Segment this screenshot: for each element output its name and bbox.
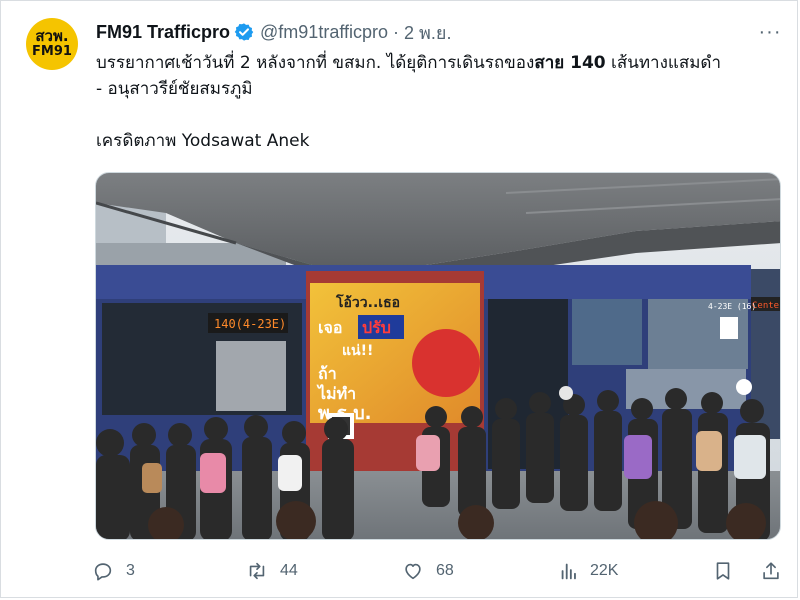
ad-text-3: แน่!! xyxy=(342,343,373,359)
ad-highlight: ปรับ xyxy=(362,318,391,337)
tweet-photo[interactable]: Center 140(4-23E) โอ้วว..เธอ เจอ ปรับ แน… xyxy=(95,172,781,540)
retweet-button[interactable]: 44 xyxy=(246,556,298,586)
tweet-line-1-end: เส้นทางแสมดำ xyxy=(605,53,721,73)
ad-text-5: ไม่ทำ xyxy=(316,384,356,403)
avatar-text-top: สวพ. xyxy=(35,27,69,46)
share-icon xyxy=(763,562,779,580)
bookmark-icon xyxy=(716,562,730,580)
tweet-line-2: - อนุสาวรีย์ชัยสมรภูมิ xyxy=(96,79,253,99)
tweet-header: FM91 Trafficpro @fm91trafficpro · 2 พ.ย. xyxy=(96,20,451,44)
route-number: สาย 140 xyxy=(534,53,606,73)
route-sign: 140(4-23E) xyxy=(214,317,286,331)
ad-text-4: ถ้า xyxy=(318,364,337,383)
avatar[interactable]: สวพ. FM91 xyxy=(26,18,78,70)
tweet-actions: 3 44 68 22K xyxy=(92,556,792,586)
share-button[interactable] xyxy=(760,556,794,586)
digital-sign: Center xyxy=(752,301,781,311)
retweet-icon xyxy=(249,562,265,580)
avatar-text-bottom: FM91 xyxy=(32,44,72,60)
photo-credit: เครดิตภาพ Yodsawat Anek xyxy=(96,131,310,151)
photo-bus-stop-crowd: Center 140(4-23E) โอ้วว..เธอ เจอ ปรับ แน… xyxy=(96,173,781,539)
ad-text-1: โอ้วว..เธอ xyxy=(335,293,400,311)
tweet-text: บรรยากาศเช้าวันที่ 2 หลังจากที่ ขสมก. ได… xyxy=(96,50,786,154)
like-count: 68 xyxy=(436,562,454,579)
retweet-count: 44 xyxy=(280,562,298,579)
views-icon xyxy=(561,563,576,580)
account-handle[interactable]: @fm91trafficpro xyxy=(260,22,388,43)
views-button[interactable]: 22K xyxy=(558,556,618,586)
account-name[interactable]: FM91 Trafficpro xyxy=(96,22,230,43)
bus-number: 4-23E (16) xyxy=(708,302,756,311)
like-icon xyxy=(405,563,421,580)
like-button[interactable]: 68 xyxy=(402,556,454,586)
ad-text-2: เจอ xyxy=(318,318,342,337)
verified-badge-icon xyxy=(234,22,254,42)
more-options-icon[interactable]: ··· xyxy=(758,21,782,43)
reply-button[interactable]: 3 xyxy=(92,556,135,586)
tweet-line-1: บรรยากาศเช้าวันที่ 2 หลังจากที่ ขสมก. ได… xyxy=(96,50,786,76)
views-count: 22K xyxy=(590,562,619,579)
separator-dot: · xyxy=(393,21,400,42)
reply-count: 3 xyxy=(126,562,135,579)
tweet-date[interactable]: 2 พ.ย. xyxy=(404,18,451,47)
tweet-line-1-start: บรรยากาศเช้าวันที่ 2 หลังจากที่ ขสมก. ได… xyxy=(96,53,535,73)
bookmark-button[interactable] xyxy=(712,556,746,586)
reply-icon xyxy=(94,563,112,581)
